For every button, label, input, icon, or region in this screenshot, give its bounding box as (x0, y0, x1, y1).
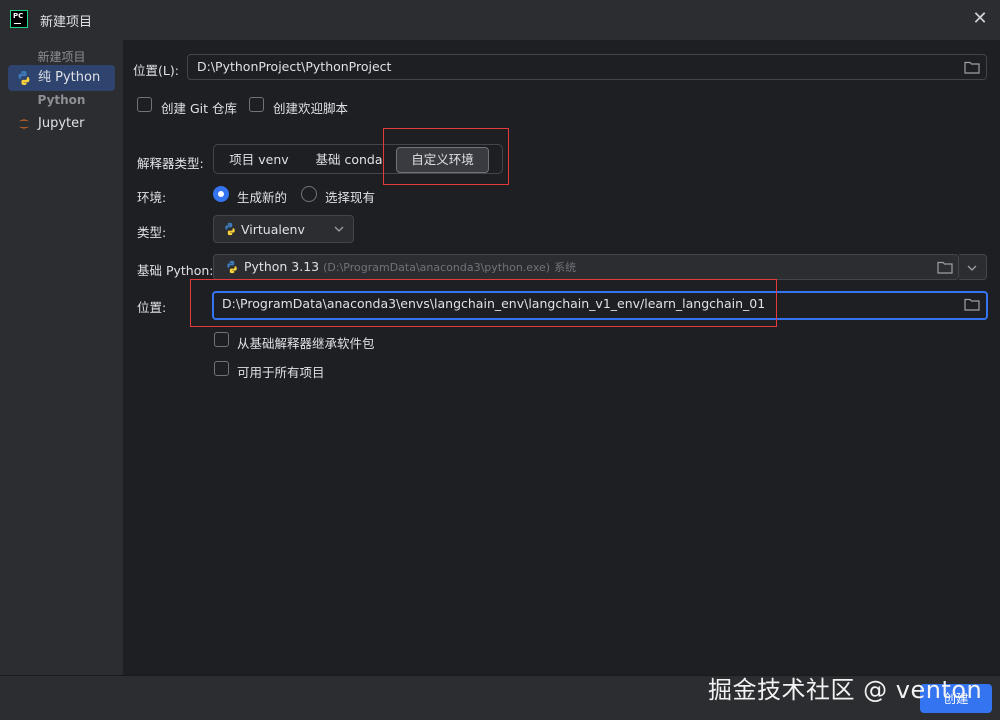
env-new-radio[interactable] (213, 186, 229, 202)
env-existing-radio[interactable] (301, 186, 317, 202)
base-python-name: Python 3.13 (244, 259, 320, 274)
folder-icon[interactable] (964, 61, 980, 74)
env-new-label: 生成新的 (237, 190, 288, 205)
sidebar: 新建项目 纯 Python Python Jupyter (0, 40, 123, 675)
all-projects-checkbox[interactable] (214, 361, 229, 376)
kind-label: 类型: (137, 225, 167, 240)
env-existing-label: 选择现有 (325, 190, 376, 205)
jupyter-icon (19, 119, 29, 129)
folder-icon[interactable] (937, 261, 953, 274)
env-location-label: 位置: (137, 300, 167, 315)
kind-dropdown[interactable]: Virtualenv (213, 215, 354, 243)
main-panel (123, 40, 1000, 675)
sidebar-group-python: Python (37, 93, 86, 107)
sidebar-item-jupyter[interactable]: Jupyter (8, 111, 115, 137)
window-title: 新建项目 (40, 15, 93, 30)
highlight-box-env-location (190, 279, 777, 327)
sidebar-item-label: 纯 Python (38, 70, 101, 85)
sidebar-group-new-project: 新建项目 (37, 50, 86, 64)
folder-icon[interactable] (964, 298, 980, 311)
pycharm-logo-icon: PC (10, 10, 28, 28)
create-git-label: 创建 Git 仓库 (161, 101, 238, 116)
tab-base-conda[interactable]: 基础 conda (306, 147, 392, 173)
title-bar: PC 新建项目 ✕ (0, 0, 1000, 40)
base-python-label: 基础 Python: (137, 263, 214, 278)
create-welcome-label: 创建欢迎脚本 (273, 101, 349, 116)
base-python-field[interactable]: Python 3.13 (D:\ProgramData\anaconda3\py… (213, 254, 959, 280)
kind-value: Virtualenv (241, 222, 305, 237)
create-welcome-checkbox[interactable] (249, 97, 264, 112)
sidebar-item-pure-python[interactable]: 纯 Python (8, 65, 115, 91)
location-label: 位置(L): (133, 63, 179, 78)
sidebar-item-label: Jupyter (38, 116, 85, 131)
interpreter-type-label: 解释器类型: (137, 156, 204, 171)
base-python-path: (D:\ProgramData\anaconda3\python.exe) (323, 261, 551, 274)
highlight-box-custom-env (383, 128, 509, 185)
inherit-packages-label: 从基础解释器继承软件包 (237, 336, 375, 351)
chevron-down-icon (967, 265, 977, 271)
create-git-checkbox[interactable] (137, 97, 152, 112)
watermark: 掘金技术社区 @ venton (708, 676, 983, 704)
python-icon (227, 260, 237, 274)
chevron-down-icon (334, 226, 344, 232)
location-value: D:\PythonProject\PythonProject (197, 59, 392, 74)
base-python-tag: 系统 (554, 261, 577, 274)
tab-project-venv[interactable]: 项目 venv (216, 147, 302, 173)
base-python-dropdown-button[interactable] (959, 254, 987, 280)
all-projects-label: 可用于所有项目 (237, 365, 325, 380)
inherit-packages-checkbox[interactable] (214, 332, 229, 347)
close-icon[interactable]: ✕ (970, 9, 990, 29)
python-icon (18, 71, 30, 85)
python-icon (225, 222, 235, 236)
env-label: 环境: (137, 190, 167, 205)
location-input[interactable]: D:\PythonProject\PythonProject (187, 54, 987, 80)
